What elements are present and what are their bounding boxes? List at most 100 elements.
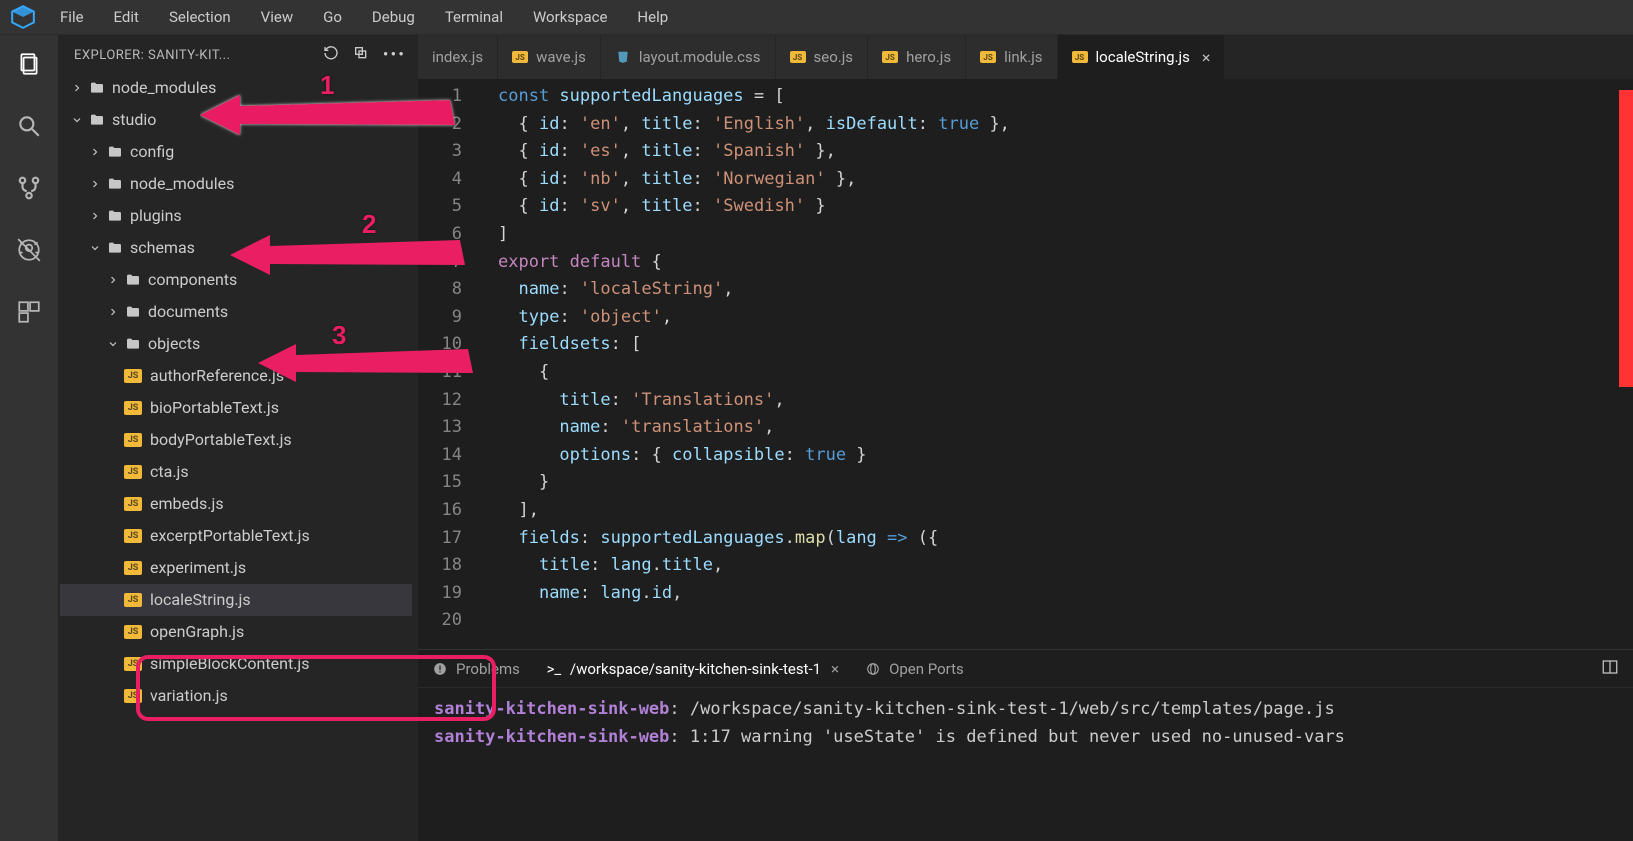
file-authorReference-js[interactable]: JSauthorReference.js: [60, 360, 412, 392]
folder-icon: [88, 111, 106, 129]
tree-label: objects: [148, 328, 200, 360]
split-panel-icon[interactable]: [1601, 658, 1619, 680]
overview-ruler[interactable]: [1619, 79, 1633, 649]
file-localeString-js[interactable]: JSlocaleString.js: [60, 584, 412, 616]
folder-studio[interactable]: studioM: [60, 104, 412, 136]
explorer-header: EXPLORER: SANITY-KIT... •••: [58, 35, 418, 72]
file-variation-js[interactable]: JSvariation.js: [60, 680, 412, 712]
chevron-down-icon: [70, 113, 84, 127]
folder-icon: [106, 239, 124, 257]
folder-icon: [106, 175, 124, 193]
close-tab-icon[interactable]: ×: [1202, 48, 1211, 67]
refresh-icon[interactable]: [323, 45, 339, 66]
js-file-icon: JS: [124, 369, 142, 383]
js-file-icon: JS: [1072, 49, 1088, 65]
panel-tab-problems[interactable]: Problems: [432, 660, 520, 678]
tree-label: embeds.js: [150, 488, 224, 520]
ports-icon: [865, 661, 881, 677]
css-file-icon: [615, 49, 631, 65]
tree-label: experiment.js: [150, 552, 246, 584]
file-simpleBlockContent-js[interactable]: JSsimpleBlockContent.js: [60, 648, 412, 680]
js-file-icon: JS: [124, 625, 142, 639]
tree-label: cta.js: [150, 456, 189, 488]
menu-view[interactable]: View: [255, 4, 299, 30]
folder-icon: [124, 271, 142, 289]
js-file-icon: JS: [124, 657, 142, 671]
editor-tabs: index.js JSwave.jslayout.module.css JS seo.…: [418, 35, 1633, 79]
menubar: File Edit Selection View Go Debug Termin…: [0, 0, 1633, 35]
js-file-icon: JS: [124, 401, 142, 415]
tree-label: plugins: [130, 200, 182, 232]
explorer-icon[interactable]: [14, 49, 44, 79]
tab-label: index.js: [432, 48, 483, 66]
terminal-prefix: sanity-kitchen-sink-web: [434, 727, 669, 747]
tab-label: seo.js: [814, 48, 854, 66]
file-experiment-js[interactable]: JSexperiment.js: [60, 552, 412, 584]
tree-label: openGraph.js: [150, 616, 244, 648]
folder-config[interactable]: config: [60, 136, 412, 168]
tree-label: bioPortableText.js: [150, 392, 279, 424]
tab-hero-js[interactable]: JS hero.js: [868, 35, 966, 79]
tab-wave-js[interactable]: JSwave.js: [498, 35, 601, 79]
tab-localeString-js[interactable]: JSlocaleString.js×: [1058, 35, 1226, 79]
folder-icon: [124, 335, 142, 353]
tab-index-js[interactable]: index.js: [418, 35, 498, 79]
file-openGraph-js[interactable]: JS openGraph.js: [60, 616, 412, 648]
search-icon[interactable]: [14, 111, 44, 141]
tree-label: documents: [148, 296, 228, 328]
menu-selection[interactable]: Selection: [163, 4, 237, 30]
explorer-sidebar: EXPLORER: SANITY-KIT... ••• node_modules…: [58, 35, 418, 841]
terminal-text: : 1:17 warning 'useState' is defined but…: [669, 727, 1345, 747]
js-file-icon: JS: [124, 433, 142, 447]
more-icon[interactable]: •••: [383, 45, 406, 66]
tree-label: bodyPortableText.js: [150, 424, 292, 456]
panel-tab-terminal[interactable]: >_ /workspace/sanity-kitchen-sink-test-1…: [546, 660, 839, 678]
debug-icon[interactable]: [14, 235, 44, 265]
app-logo-icon: [10, 4, 36, 30]
file-bodyPortableText-js[interactable]: JS bodyPortableText.js: [60, 424, 412, 456]
chevron-right-icon: [70, 81, 84, 95]
source-control-icon[interactable]: [14, 173, 44, 203]
js-file-icon: JS: [124, 529, 142, 543]
tab-label: hero.js: [906, 48, 951, 66]
menu-workspace[interactable]: Workspace: [527, 4, 613, 30]
folder-icon: [88, 79, 106, 97]
tab-link-js[interactable]: JSlink.js: [966, 35, 1057, 79]
menu-help[interactable]: Help: [631, 4, 674, 30]
tab-layout-module-css[interactable]: layout.module.css: [601, 35, 776, 79]
terminal-output[interactable]: sanity-kitchen-sink-web: /workspace/sani…: [418, 688, 1633, 841]
tree-label: node_modules: [130, 168, 234, 200]
file-bioPortableText-js[interactable]: JS bioPortableText.js: [60, 392, 412, 424]
code-editor[interactable]: 1234567891011121314151617181920 const su…: [418, 79, 1633, 649]
folder-documents[interactable]: documents: [60, 296, 412, 328]
js-file-icon: JS: [790, 49, 806, 65]
file-embeds-js[interactable]: JS embeds.js: [60, 488, 412, 520]
menu-file[interactable]: File: [54, 4, 90, 30]
folder-icon: [124, 303, 142, 321]
js-file-icon: JS: [124, 497, 142, 511]
file-cta-js[interactable]: JScta.js: [60, 456, 412, 488]
extensions-icon[interactable]: [14, 297, 44, 327]
panel-tabs: Problems >_ /workspace/sanity-kitchen-si…: [418, 650, 1633, 688]
menu-go[interactable]: Go: [317, 4, 348, 30]
js-file-icon: JS: [512, 49, 528, 65]
code-content[interactable]: const supportedLanguages = [ { id: 'en',…: [480, 79, 1633, 649]
folder-plugins[interactable]: plugins: [60, 200, 412, 232]
line-gutter: 1234567891011121314151617181920: [418, 79, 480, 649]
panel-tab-openports[interactable]: Open Ports: [865, 660, 964, 678]
folder-node_modules[interactable]: node_modules: [60, 72, 412, 104]
close-terminal-icon[interactable]: ×: [831, 660, 839, 678]
menu-terminal[interactable]: Terminal: [439, 4, 509, 30]
menu-edit[interactable]: Edit: [108, 4, 145, 30]
folder-components[interactable]: components: [60, 264, 412, 296]
folder-schemas[interactable]: schemas: [60, 232, 412, 264]
folder-objects[interactable]: objects: [60, 328, 412, 360]
collapse-all-icon[interactable]: [353, 45, 369, 66]
js-file-icon: JS: [882, 49, 898, 65]
activity-bar: [0, 35, 58, 841]
file-excerptPortableText-js[interactable]: JSexcerptPortableText.js: [60, 520, 412, 552]
menu-debug[interactable]: Debug: [366, 4, 421, 30]
tab-seo-js[interactable]: JS seo.js: [776, 35, 869, 79]
tree-label: node_modules: [112, 72, 216, 104]
folder-node_modules[interactable]: node_modules: [60, 168, 412, 200]
